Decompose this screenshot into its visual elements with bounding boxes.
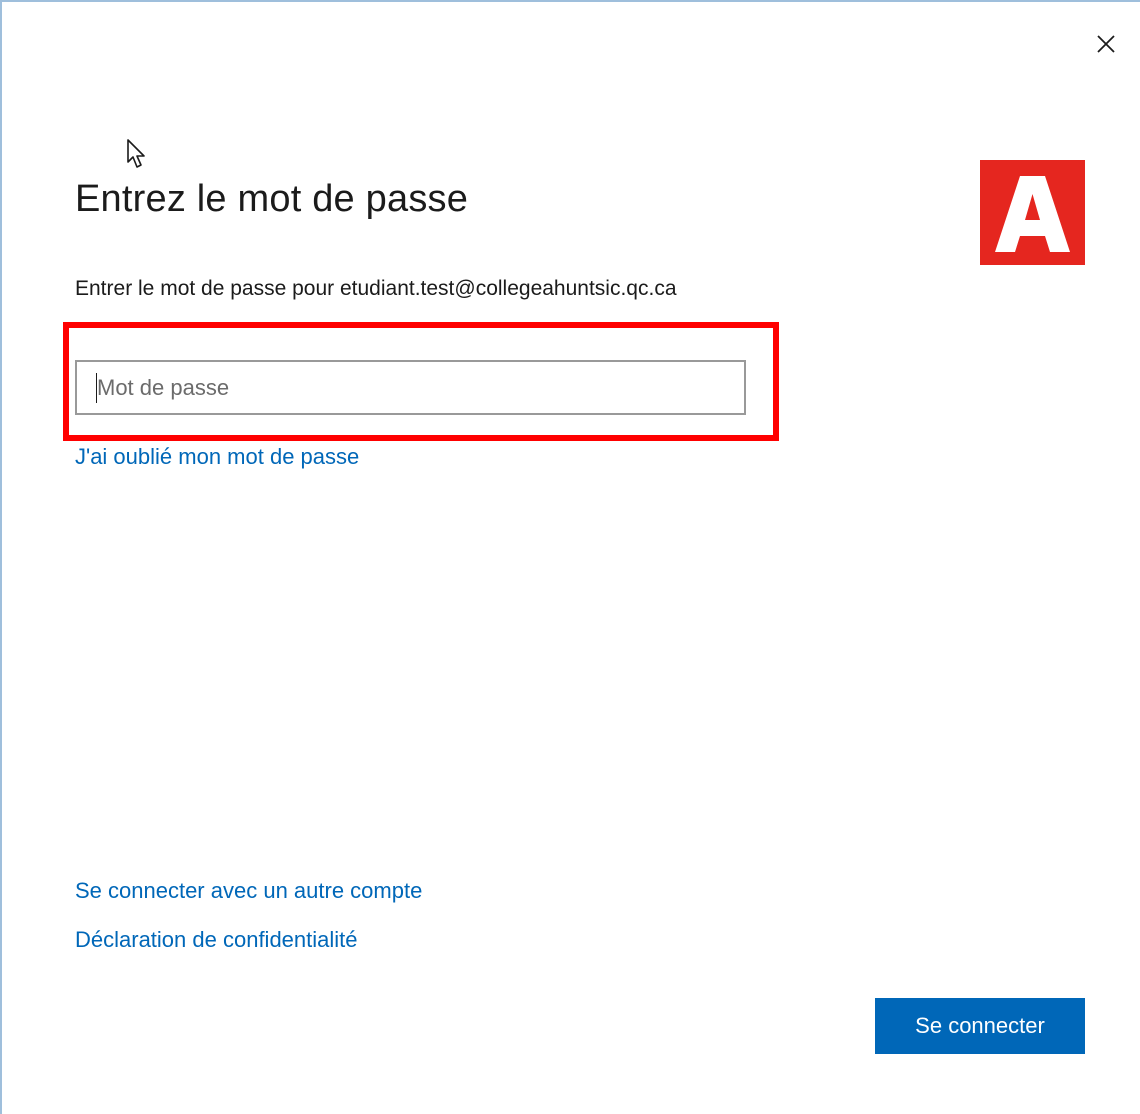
password-input[interactable] — [75, 360, 746, 415]
page-title: Entrez le mot de passe — [75, 178, 469, 220]
mouse-pointer-icon — [127, 139, 145, 168]
privacy-statement-link[interactable]: Déclaration de confidentialité — [75, 925, 358, 955]
logo-a-icon — [995, 176, 1070, 252]
text-caret — [96, 373, 97, 403]
close-button[interactable] — [1088, 26, 1124, 62]
close-icon — [1097, 35, 1115, 53]
college-logo — [980, 160, 1085, 265]
sign-in-button[interactable]: Se connecter — [875, 998, 1085, 1054]
sign-in-dialog: Entrez le mot de passe Entrer le mot de … — [0, 0, 1140, 1114]
forgot-password-link[interactable]: J'ai oublié mon mot de passe — [75, 442, 359, 472]
account-subtitle: Entrer le mot de passe pour etudiant.tes… — [75, 277, 677, 300]
other-account-link[interactable]: Se connecter avec un autre compte — [75, 876, 422, 906]
